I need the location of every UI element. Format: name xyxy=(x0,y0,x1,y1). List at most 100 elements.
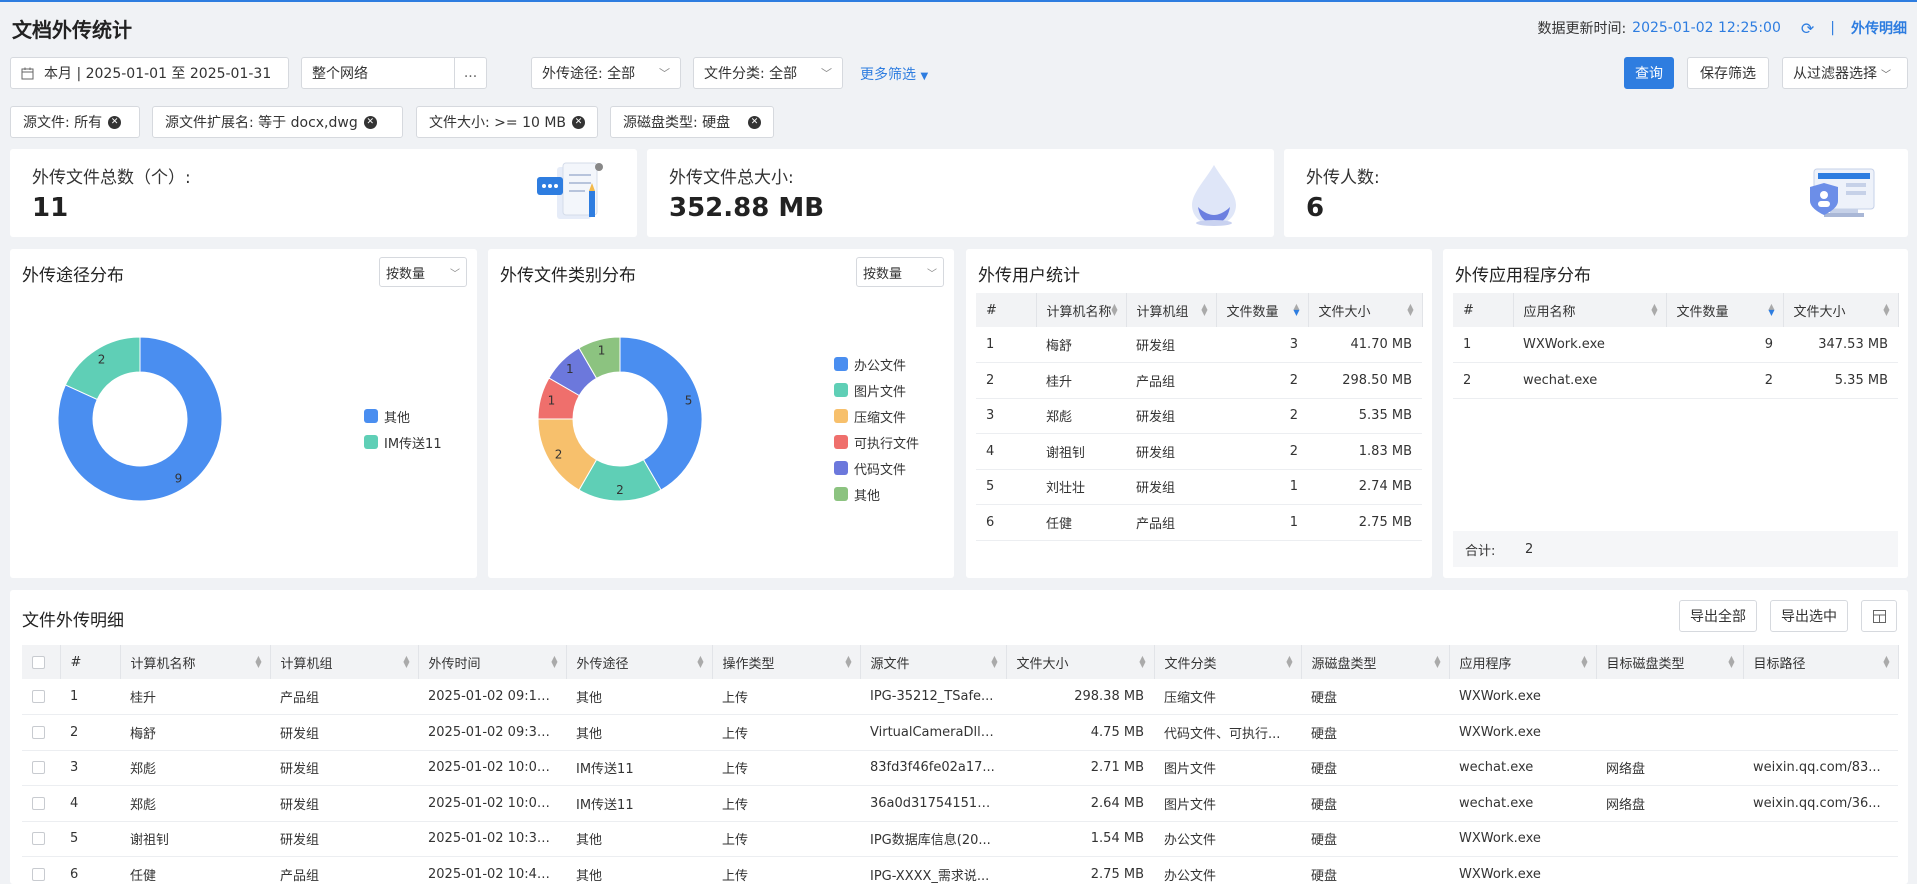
sort-icon[interactable]: ▲ ▼ xyxy=(1407,303,1413,317)
legend-item[interactable]: 其他 xyxy=(364,403,442,429)
column-header[interactable]: 计算机组 ▲ ▼ xyxy=(270,645,419,679)
row-checkbox-cell[interactable] xyxy=(22,856,60,884)
network-select[interactable]: 整个网络 ... xyxy=(301,57,487,89)
sort-icon[interactable]: ▲ ▼ xyxy=(1286,655,1292,669)
legend-item[interactable]: IM传送11 xyxy=(364,429,442,455)
table-row[interactable]: 1 梅舒 研发组 3 41.70 MB xyxy=(976,327,1422,363)
sort-icon[interactable]: ▲ ▼ xyxy=(1201,303,1207,317)
row-checkbox[interactable] xyxy=(32,796,45,810)
legend-item[interactable]: 压缩文件 xyxy=(834,403,919,429)
close-icon[interactable]: ✕ xyxy=(748,115,761,129)
close-icon[interactable]: ✕ xyxy=(363,115,377,129)
sort-icon[interactable]: ▲ ▼ xyxy=(1581,655,1587,669)
close-icon[interactable]: ✕ xyxy=(108,115,122,129)
from-filter-select[interactable]: 从过滤器选择 ﹀ xyxy=(1782,57,1908,89)
sort-icon[interactable]: ▲ ▼ xyxy=(255,655,261,669)
sort-icon[interactable]: ▲ ▼ xyxy=(1434,655,1440,669)
column-settings-button[interactable] xyxy=(1861,600,1897,632)
table-row[interactable]: 2 桂升 产品组 2 298.50 MB xyxy=(976,362,1422,399)
column-header[interactable]: 计算机名称 ▲ ▼ xyxy=(1036,293,1127,327)
row-checkbox[interactable] xyxy=(32,761,45,775)
row-checkbox-cell[interactable] xyxy=(22,679,60,715)
select-all-checkbox-cell[interactable] xyxy=(22,645,61,679)
column-header[interactable]: 计算机名称 ▲ ▼ xyxy=(120,645,271,679)
table-row[interactable]: 4 郑彪 研发组 2025-01-02 10:06... IM传送11 上传 36a0d31… xyxy=(22,785,1898,822)
sort-icon[interactable]: ▲ ▼ xyxy=(845,655,851,669)
route-select[interactable]: 外传途径: 全部 ﹀ xyxy=(531,57,681,89)
sort-icon[interactable]: ▲ ▼ xyxy=(1111,303,1117,317)
column-header[interactable]: 源磁盘类型 ▲ ▼ xyxy=(1301,645,1450,679)
column-header[interactable]: 源文件 ▲ ▼ xyxy=(860,645,1007,679)
row-checkbox-cell[interactable] xyxy=(22,821,60,857)
column-header[interactable]: 文件数量 ▲ ▼ xyxy=(1216,293,1309,327)
table-row[interactable]: 6 任健 产品组 2025-01-02 10:40... 其他 上传 IPG-XXXX_需求… xyxy=(22,856,1898,884)
select-all-checkbox[interactable] xyxy=(32,655,45,669)
sort-icon[interactable]: ▲ ▼ xyxy=(403,655,409,669)
row-checkbox-cell[interactable] xyxy=(22,714,60,751)
sort-icon[interactable]: ▲ ▼ xyxy=(697,655,703,669)
sort-icon[interactable]: ▲ ▼ xyxy=(1768,303,1774,317)
table-row[interactable]: 4 谢祖钊 研发组 2 1.83 MB xyxy=(976,433,1422,470)
category-select[interactable]: 文件分类: 全部 ﹀ xyxy=(693,57,843,89)
detail-link[interactable]: 外传明细 xyxy=(1851,18,1907,38)
more-filters-button[interactable]: 更多筛选 ▼ xyxy=(860,64,928,84)
donut-slice-1[interactable] xyxy=(64,336,141,401)
legend-item[interactable]: 办公文件 xyxy=(834,351,919,377)
sort-icon[interactable]: ▲ ▼ xyxy=(1139,655,1145,669)
table-row[interactable]: 3 郑彪 研发组 2 5.35 MB xyxy=(976,398,1422,434)
table-row[interactable]: 1 桂升 产品组 2025-01-02 09:15... 其他 上传 IPG-35212_T… xyxy=(22,679,1898,715)
row-checkbox[interactable] xyxy=(32,725,45,739)
table-cell xyxy=(1596,679,1743,715)
column-header[interactable]: 计算机组 ▲ ▼ xyxy=(1126,293,1217,327)
column-header[interactable]: 应用名称 ▲ ▼ xyxy=(1513,293,1667,327)
table-cell xyxy=(1596,821,1743,857)
column-header[interactable]: 文件分类 ▲ ▼ xyxy=(1154,645,1302,679)
sort-icon[interactable]: ▲ ▼ xyxy=(1293,303,1299,317)
sort-icon[interactable]: ▲ ▼ xyxy=(991,655,997,669)
row-checkbox[interactable] xyxy=(32,690,45,703)
row-checkbox-cell[interactable] xyxy=(22,750,60,786)
sort-icon[interactable]: ▲ ▼ xyxy=(1883,655,1889,669)
column-header[interactable]: # xyxy=(60,645,121,679)
save-filter-button[interactable]: 保存筛选 xyxy=(1687,57,1769,89)
route-metric-select[interactable]: 按数量 ﹀ xyxy=(379,257,467,287)
date-range-picker[interactable]: 本月 | 2025-01-01 至 2025-01-31 xyxy=(10,57,289,89)
legend-item[interactable]: 图片文件 xyxy=(834,377,919,403)
query-button[interactable]: 查询 xyxy=(1624,57,1674,89)
table-row[interactable]: 2 梅舒 研发组 2025-01-02 09:33... 其他 上传 VirtualCame… xyxy=(22,714,1898,751)
row-checkbox[interactable] xyxy=(32,832,45,846)
column-header[interactable]: 文件大小 ▲ ▼ xyxy=(1783,293,1899,327)
network-more-button[interactable]: ... xyxy=(454,58,486,88)
table-row[interactable]: 2 wechat.exe 2 5.35 MB xyxy=(1453,362,1898,399)
column-header[interactable]: 外传时间 ▲ ▼ xyxy=(418,645,567,679)
legend-item[interactable]: 其他 xyxy=(834,481,919,507)
column-header[interactable]: 目标磁盘类型 ▲ ▼ xyxy=(1596,645,1744,679)
legend-item[interactable]: 代码文件 xyxy=(834,455,919,481)
column-header[interactable]: 应用程序 ▲ ▼ xyxy=(1449,645,1597,679)
row-checkbox-cell[interactable] xyxy=(22,785,60,822)
export-selected-button[interactable]: 导出选中 xyxy=(1770,600,1848,632)
column-header[interactable]: 操作类型 ▲ ▼ xyxy=(712,645,861,679)
column-header[interactable]: 目标路径 ▲ ▼ xyxy=(1743,645,1899,679)
sort-icon[interactable]: ▲ ▼ xyxy=(1883,303,1889,317)
close-icon[interactable]: ✕ xyxy=(572,115,585,129)
column-header[interactable]: # xyxy=(976,293,1037,327)
sort-icon[interactable]: ▲ ▼ xyxy=(1728,655,1734,669)
type-metric-select[interactable]: 按数量 ﹀ xyxy=(856,257,944,287)
column-header[interactable]: 文件大小 ▲ ▼ xyxy=(1006,645,1155,679)
row-checkbox[interactable] xyxy=(32,867,45,881)
column-header[interactable]: 文件大小 ▲ ▼ xyxy=(1308,293,1423,327)
table-row[interactable]: 3 郑彪 研发组 2025-01-02 10:06... IM传送11 上传 83fd3f4… xyxy=(22,750,1898,786)
refresh-icon[interactable]: ⟳ xyxy=(1801,19,1814,38)
table-row[interactable]: 6 任健 产品组 1 2.75 MB xyxy=(976,504,1422,541)
export-all-button[interactable]: 导出全部 xyxy=(1679,600,1757,632)
table-row[interactable]: 5 刘壮壮 研发组 1 2.74 MB xyxy=(976,469,1422,505)
column-header[interactable]: 外传途径 ▲ ▼ xyxy=(566,645,713,679)
table-row[interactable]: 1 WXWork.exe 9 347.53 MB xyxy=(1453,327,1898,363)
sort-icon[interactable]: ▲ ▼ xyxy=(551,655,557,669)
sort-icon[interactable]: ▲ ▼ xyxy=(1651,303,1657,317)
column-header[interactable]: 文件数量 ▲ ▼ xyxy=(1666,293,1784,327)
table-row[interactable]: 5 谢祖钊 研发组 2025-01-02 10:30... 其他 上传 IPG数据库信息(2… xyxy=(22,821,1898,857)
legend-item[interactable]: 可执行文件 xyxy=(834,429,919,455)
column-header[interactable]: # xyxy=(1453,293,1514,327)
